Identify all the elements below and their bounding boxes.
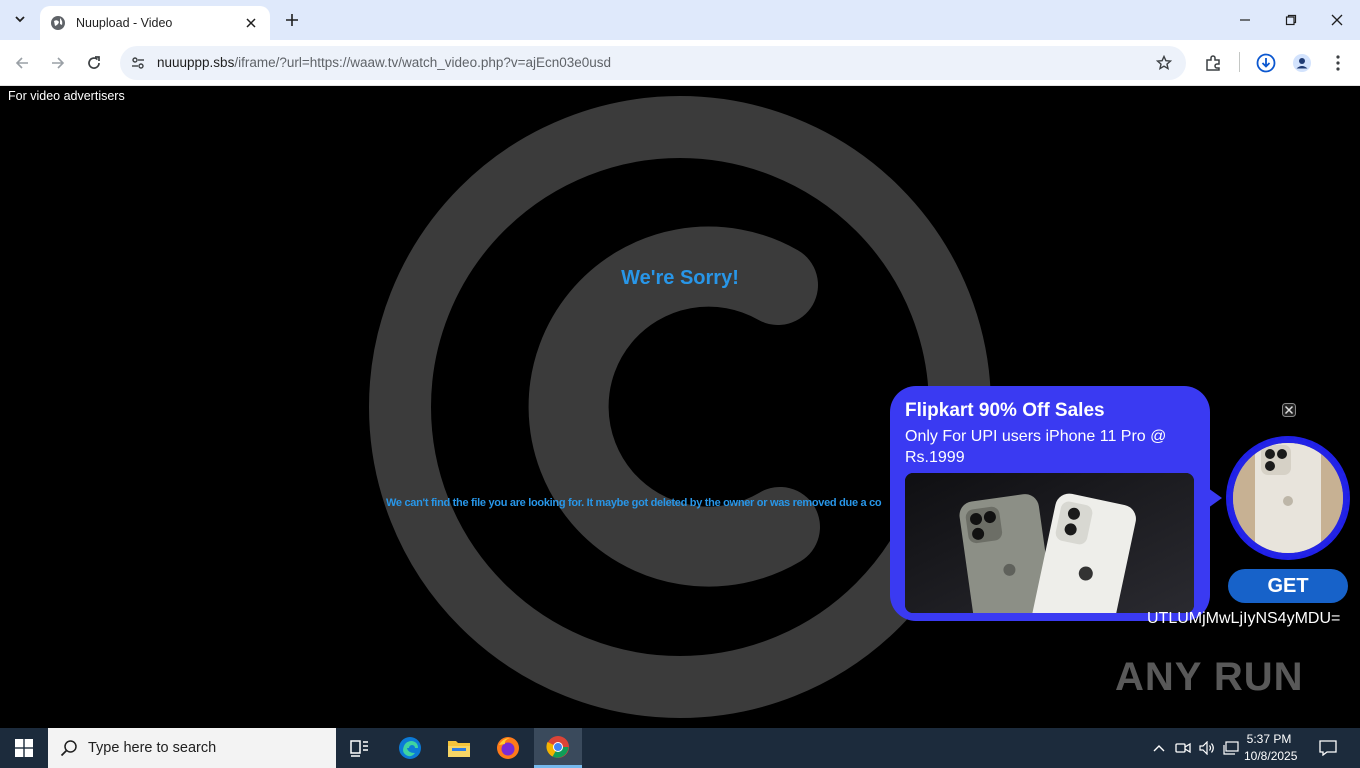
close-window-button[interactable] bbox=[1314, 0, 1360, 40]
plus-icon bbox=[286, 14, 298, 26]
taskbar-firefox[interactable] bbox=[484, 728, 532, 768]
arrow-left-icon bbox=[15, 57, 28, 69]
download-icon[interactable] bbox=[1254, 51, 1278, 75]
system-clock[interactable]: 5:37 PM 10/8/2025 bbox=[1244, 731, 1298, 765]
anyrun-watermark: ANY RUN bbox=[1115, 655, 1304, 699]
bookmark-star-icon[interactable] bbox=[1154, 53, 1174, 73]
video-advertisers-link[interactable]: For video advertisers bbox=[8, 89, 125, 103]
restore-icon bbox=[1285, 14, 1297, 26]
tab-title: Nuupload - Video bbox=[76, 16, 173, 30]
edge-icon bbox=[399, 737, 421, 759]
clock-time: 5:37 PM bbox=[1246, 732, 1292, 746]
folder-icon bbox=[448, 741, 470, 757]
arrow-right-icon bbox=[52, 57, 65, 69]
ad-close-icon[interactable] bbox=[1282, 403, 1296, 417]
url-host: nuuuppp.sbs bbox=[157, 55, 235, 70]
url-text[interactable]: nuuuppp.sbs/iframe/?url=https://waaw.tv/… bbox=[157, 55, 611, 70]
ad-headline: Flipkart 90% Off Sales bbox=[905, 400, 1105, 421]
error-title: We're Sorry! bbox=[621, 267, 739, 289]
tab-strip: Nuupload - Video bbox=[0, 0, 1360, 40]
ad-product-image[interactable] bbox=[905, 473, 1194, 613]
search-icon bbox=[60, 740, 77, 757]
address-bar[interactable]: nuuuppp.sbs/iframe/?url=https://waaw.tv/… bbox=[120, 46, 1186, 80]
close-icon bbox=[1331, 14, 1343, 26]
reload-icon bbox=[88, 56, 100, 69]
ad-subline: Only For UPI users iPhone 11 Pro @ Rs.19… bbox=[905, 428, 1167, 466]
ad-popup[interactable]: Flipkart 90% Off Sales Only For UPI user… bbox=[890, 386, 1210, 621]
forward-button[interactable] bbox=[46, 51, 70, 75]
reload-button[interactable] bbox=[82, 51, 106, 75]
taskbar-chrome[interactable] bbox=[534, 728, 582, 768]
profile-avatar-icon[interactable] bbox=[1290, 51, 1314, 75]
taskbar-search-box[interactable]: Type here to search bbox=[48, 728, 336, 768]
start-button[interactable] bbox=[0, 728, 48, 768]
error-message: We can't find the file you are looking f… bbox=[386, 497, 882, 509]
tab-search-button[interactable] bbox=[8, 7, 32, 31]
chevron-down-icon bbox=[15, 16, 25, 23]
tray-overflow-icon[interactable] bbox=[1149, 738, 1169, 758]
extensions-icon[interactable] bbox=[1201, 51, 1225, 75]
meet-now-icon[interactable] bbox=[1173, 738, 1193, 758]
taskbar-edge[interactable] bbox=[386, 728, 434, 768]
restore-button[interactable] bbox=[1268, 0, 1314, 40]
firefox-icon bbox=[497, 737, 519, 759]
task-view-icon bbox=[350, 740, 368, 757]
ad-bubble-image[interactable] bbox=[1226, 436, 1350, 560]
clock-date: 10/8/2025 bbox=[1244, 749, 1298, 763]
menu-kebab-icon[interactable] bbox=[1326, 51, 1350, 75]
chrome-icon bbox=[546, 735, 569, 758]
browser-toolbar: nuuuppp.sbs/iframe/?url=https://waaw.tv/… bbox=[0, 40, 1360, 86]
back-button[interactable] bbox=[10, 51, 34, 75]
windows-taskbar: Type here to search 5:37 PM 10/8/2025 bbox=[0, 728, 1360, 768]
task-view-button[interactable] bbox=[336, 728, 384, 768]
url-path: /iframe/?url=https://waaw.tv/watch_video… bbox=[234, 55, 612, 70]
windows-logo-icon bbox=[15, 739, 33, 757]
minimize-icon bbox=[1240, 19, 1250, 21]
ad-pointer bbox=[1208, 488, 1222, 508]
globe-icon bbox=[51, 16, 65, 30]
ad-get-button[interactable]: GET bbox=[1228, 569, 1348, 603]
tab-close-icon[interactable] bbox=[242, 14, 260, 32]
volume-icon[interactable] bbox=[1197, 738, 1217, 758]
new-tab-button[interactable] bbox=[281, 9, 303, 31]
site-info-icon[interactable] bbox=[128, 53, 148, 73]
active-tab[interactable]: Nuupload - Video bbox=[40, 6, 270, 40]
taskbar-file-explorer[interactable] bbox=[435, 728, 483, 768]
search-placeholder: Type here to search bbox=[88, 740, 217, 756]
minimize-button[interactable] bbox=[1222, 0, 1268, 40]
network-icon[interactable] bbox=[1221, 738, 1241, 758]
notifications-icon[interactable] bbox=[1318, 738, 1338, 758]
ad-token-text: UTLUMjMwLjIyNS4yMDU= bbox=[1147, 610, 1341, 627]
toolbar-divider bbox=[1239, 52, 1240, 72]
